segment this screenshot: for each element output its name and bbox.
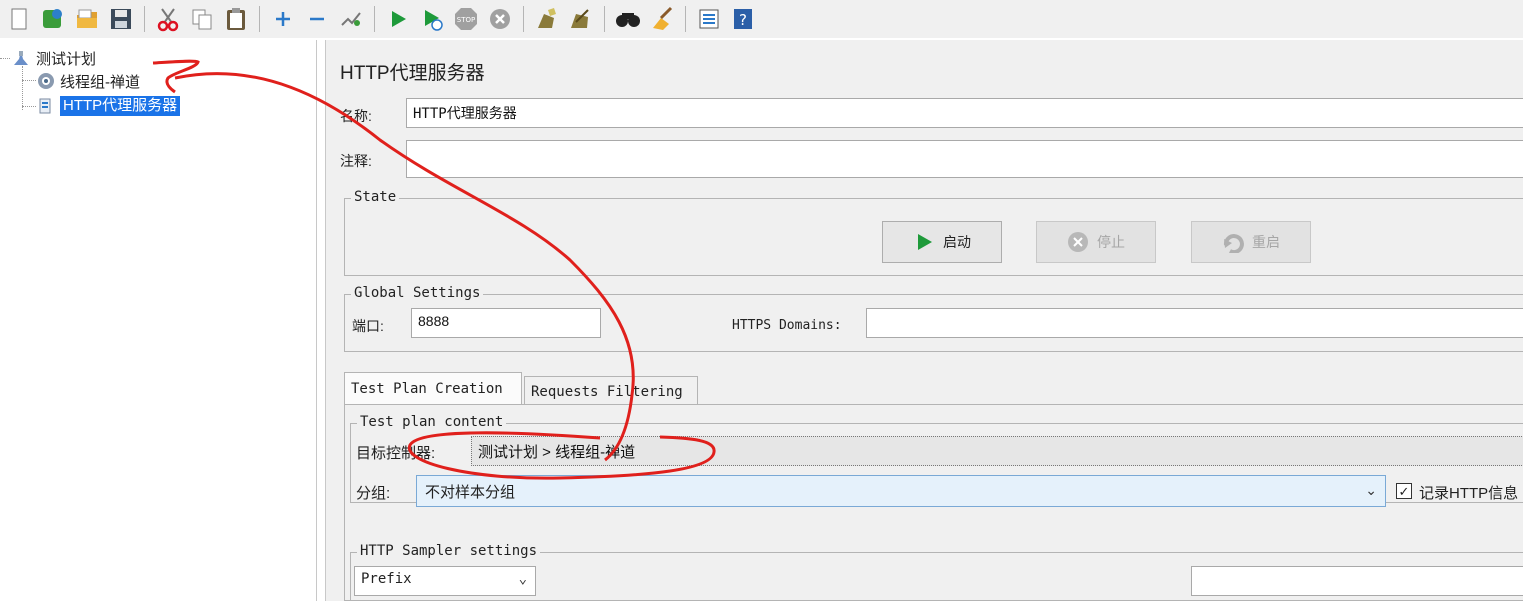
https-domains-label: HTTPS Domains: bbox=[732, 318, 842, 333]
page-title: HTTP代理服务器 bbox=[340, 63, 485, 84]
record-http-checkbox[interactable]: ✓ bbox=[1396, 483, 1412, 499]
http-sampler-settings-title: HTTP Sampler settings bbox=[357, 543, 541, 559]
record-http-label: 记录HTTP信息 bbox=[1419, 485, 1519, 502]
toolbar-separator bbox=[523, 6, 524, 32]
restart-button[interactable]: 重启 bbox=[1191, 221, 1311, 263]
open-folder-icon[interactable] bbox=[73, 5, 101, 33]
play-icon bbox=[913, 231, 935, 253]
toggle-icon[interactable] bbox=[337, 5, 365, 33]
chevron-down-icon: ⌄ bbox=[518, 571, 527, 587]
tab-requests-filtering[interactable]: Requests Filtering bbox=[524, 376, 698, 406]
global-settings-title: Global Settings bbox=[351, 285, 484, 301]
toolbar-separator bbox=[144, 6, 145, 32]
test-plan-tree: 测试计划 线程组-禅道 HTTP代理服务器 bbox=[0, 40, 317, 601]
thread-group-gear-icon bbox=[36, 72, 54, 90]
templates-icon[interactable] bbox=[39, 5, 67, 33]
name-label: 名称: bbox=[340, 108, 372, 124]
start-button-label: 启动 bbox=[943, 234, 971, 250]
tab-test-plan-creation[interactable]: Test Plan Creation bbox=[344, 372, 522, 405]
collapse-icon[interactable] bbox=[303, 5, 331, 33]
clear-icon[interactable] bbox=[533, 5, 561, 33]
stop-circle-icon bbox=[1067, 231, 1089, 253]
stop-button[interactable]: 停止 bbox=[1036, 221, 1156, 263]
jmeter-window: STOP ? 测试计划 线程组-禅道 HTTP代理服务器 HTTP代理服务器 名… bbox=[0, 0, 1523, 601]
state-group-title: State bbox=[351, 189, 400, 205]
tree-item-thread-group[interactable]: 线程组-禅道 bbox=[36, 70, 140, 92]
toolbar-separator bbox=[374, 6, 375, 32]
help-icon[interactable]: ? bbox=[729, 5, 757, 33]
grouping-label: 分组: bbox=[356, 485, 391, 502]
tree-item-http-proxy[interactable]: HTTP代理服务器 bbox=[36, 95, 181, 117]
tree-item-label: 线程组-禅道 bbox=[60, 73, 140, 91]
target-controller-label: 目标控制器: bbox=[356, 445, 436, 462]
svg-text:?: ? bbox=[739, 11, 747, 29]
reset-search-icon[interactable] bbox=[648, 5, 676, 33]
search-icon[interactable] bbox=[614, 5, 642, 33]
test-plan-content-title: Test plan content bbox=[357, 414, 507, 430]
cut-icon[interactable] bbox=[154, 5, 182, 33]
restart-button-label: 重启 bbox=[1252, 234, 1280, 250]
new-file-icon[interactable] bbox=[5, 5, 33, 33]
prefix-select[interactable]: Prefix ⌄ bbox=[354, 566, 536, 596]
test-plan-icon bbox=[12, 49, 30, 67]
tree-item-test-plan[interactable]: 测试计划 bbox=[12, 47, 96, 69]
toolbar-separator bbox=[604, 6, 605, 32]
svg-text:STOP: STOP bbox=[457, 16, 475, 24]
https-domains-input[interactable] bbox=[866, 308, 1523, 338]
port-input[interactable]: 8888 bbox=[411, 308, 601, 338]
comment-input[interactable] bbox=[406, 140, 1523, 178]
shutdown-icon[interactable] bbox=[486, 5, 514, 33]
proxy-server-icon bbox=[36, 97, 54, 115]
port-label: 端口: bbox=[352, 318, 384, 334]
start-no-pauses-icon[interactable] bbox=[418, 5, 446, 33]
toolbar: STOP ? bbox=[0, 0, 1523, 38]
copy-icon[interactable] bbox=[188, 5, 216, 33]
tree-connector bbox=[22, 80, 36, 81]
function-helper-icon[interactable] bbox=[695, 5, 723, 33]
stop-icon[interactable]: STOP bbox=[452, 5, 480, 33]
expand-icon[interactable] bbox=[269, 5, 297, 33]
prefix-select-value: Prefix bbox=[361, 571, 412, 587]
tree-connector bbox=[22, 66, 23, 110]
sampler-input[interactable] bbox=[1191, 566, 1523, 596]
tree-connector bbox=[0, 58, 10, 59]
grouping-select-value: 不对样本分组 bbox=[425, 484, 516, 501]
clear-all-icon[interactable] bbox=[567, 5, 595, 33]
toolbar-separator bbox=[685, 6, 686, 32]
chevron-down-icon: ⌄ bbox=[1365, 482, 1377, 498]
grouping-select[interactable]: 不对样本分组 ⌄ bbox=[416, 475, 1386, 507]
start-button[interactable]: 启动 bbox=[882, 221, 1002, 263]
name-input[interactable]: HTTP代理服务器 bbox=[406, 98, 1523, 128]
toolbar-separator bbox=[259, 6, 260, 32]
paste-icon[interactable] bbox=[222, 5, 250, 33]
comment-label: 注释: bbox=[340, 153, 372, 169]
save-icon[interactable] bbox=[107, 5, 135, 33]
start-icon[interactable] bbox=[384, 5, 412, 33]
restart-icon bbox=[1222, 231, 1244, 253]
tree-item-label: 测试计划 bbox=[36, 50, 97, 68]
stop-button-label: 停止 bbox=[1097, 234, 1125, 250]
http-proxy-panel: HTTP代理服务器 名称: HTTP代理服务器 注释: State 启动 停止 … bbox=[325, 40, 1523, 601]
target-controller-select[interactable]: 测试计划 > 线程组-禅道 bbox=[471, 436, 1523, 466]
tree-connector bbox=[22, 106, 36, 107]
tree-item-label-selected: HTTP代理服务器 bbox=[60, 96, 181, 116]
